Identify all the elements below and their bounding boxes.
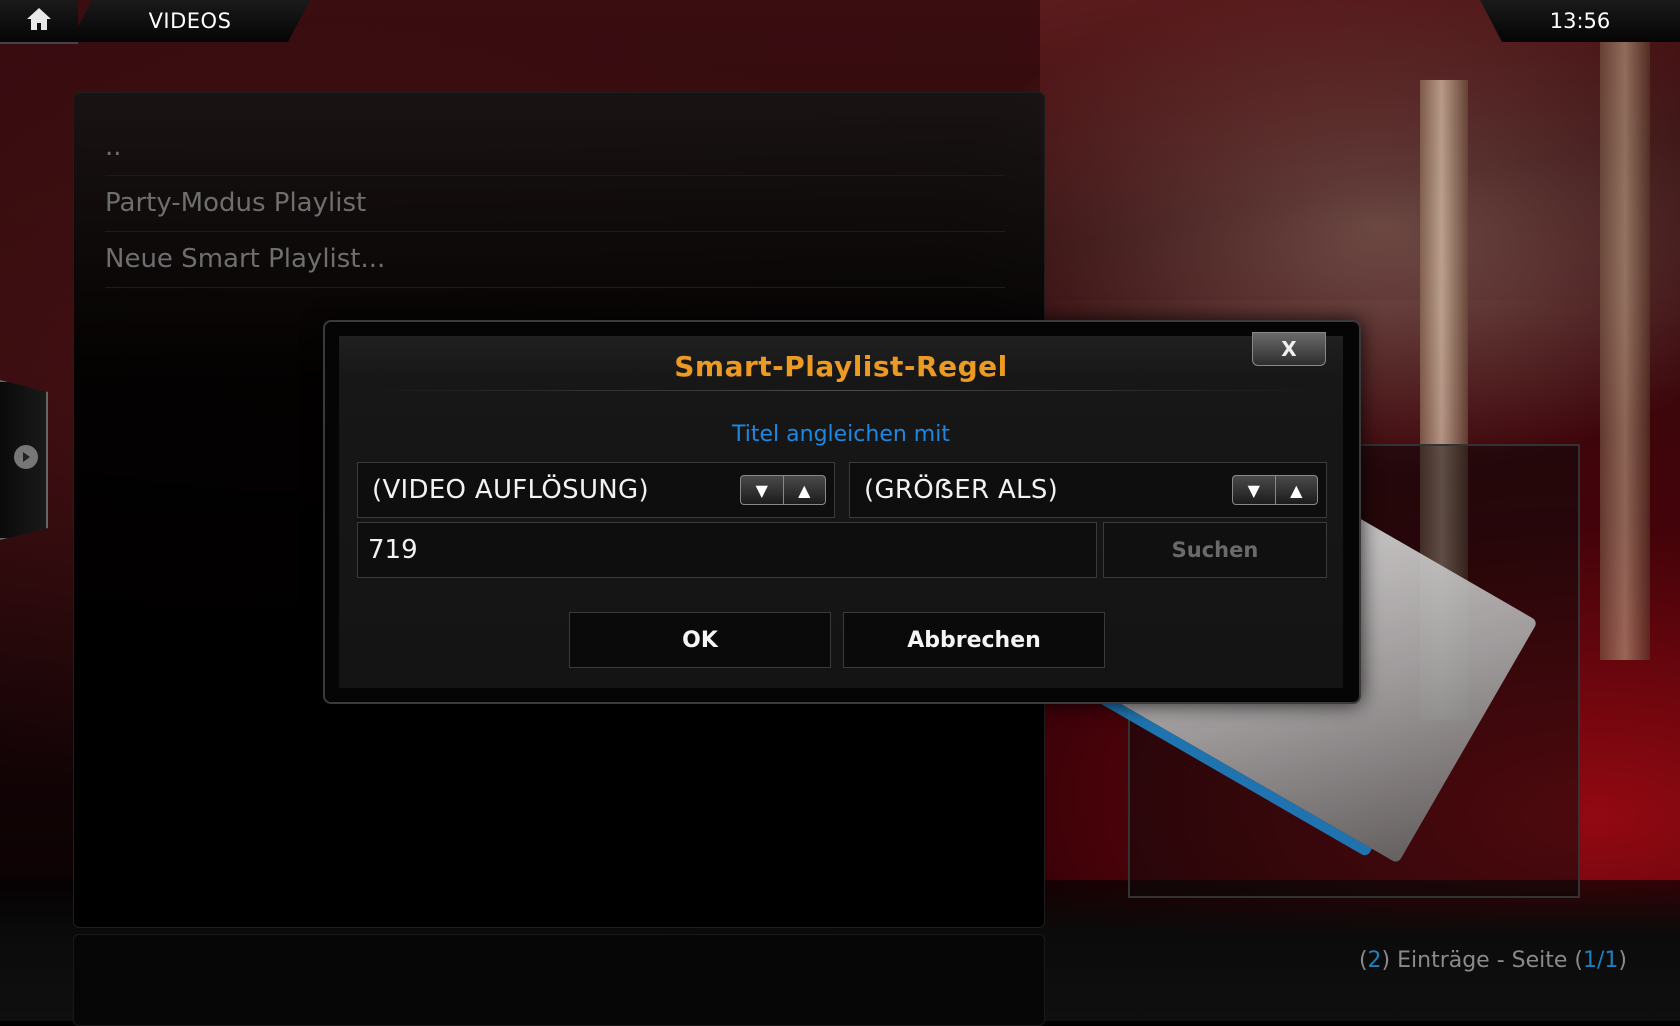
arrow-down-icon[interactable]: ▼ bbox=[1233, 476, 1276, 504]
operator-spinner-buttons: ▼ ▲ bbox=[1232, 475, 1318, 505]
list-panel-footer bbox=[73, 934, 1045, 1026]
list-item[interactable]: Party-Modus Playlist bbox=[105, 175, 1005, 232]
home-icon bbox=[25, 6, 53, 36]
page-number: 1/1 bbox=[1583, 948, 1619, 973]
arrow-up-icon[interactable]: ▲ bbox=[1276, 476, 1318, 504]
field-spinner[interactable]: (VIDEO AUFLÖSUNG) ▼ ▲ bbox=[357, 462, 835, 518]
list-item-label: .. bbox=[105, 132, 122, 162]
chevron-right-icon[interactable] bbox=[14, 445, 38, 469]
section-title-tab: VIDEOS bbox=[70, 0, 310, 42]
list-item[interactable]: .. bbox=[105, 119, 1005, 176]
home-button[interactable] bbox=[0, 0, 78, 44]
arrow-down-icon[interactable]: ▼ bbox=[741, 476, 784, 504]
list-item[interactable]: Neue Smart Playlist... bbox=[105, 231, 1005, 288]
count-prefix: ( bbox=[1358, 948, 1368, 973]
count-mid: ) Einträge - Seite ( bbox=[1381, 948, 1583, 973]
count-suffix: ) bbox=[1618, 948, 1627, 973]
field-value: (VIDEO AUFLÖSUNG) bbox=[372, 475, 649, 505]
divider bbox=[359, 390, 1323, 391]
rule-value-text: 719 bbox=[368, 535, 418, 565]
smart-playlist-rule-dialog: Smart-Playlist-Regel Titel angleichen mi… bbox=[323, 320, 1361, 704]
operator-spinner[interactable]: (GRÖẞER ALS) ▼ ▲ bbox=[849, 462, 1327, 518]
dialog-body: Smart-Playlist-Regel Titel angleichen mi… bbox=[339, 336, 1343, 688]
list-item-label: Neue Smart Playlist... bbox=[105, 244, 386, 274]
close-icon: X bbox=[1281, 337, 1297, 361]
close-button[interactable]: X bbox=[1252, 332, 1326, 366]
rule-value-input[interactable]: 719 bbox=[357, 522, 1097, 578]
search-button[interactable]: Suchen bbox=[1103, 522, 1327, 578]
background-ceiling bbox=[1040, 0, 1680, 300]
dialog-title: Smart-Playlist-Regel bbox=[674, 350, 1008, 383]
clock: 13:56 bbox=[1549, 9, 1611, 33]
arrow-up-icon[interactable]: ▲ bbox=[784, 476, 826, 504]
item-count: (2) Einträge - Seite (1/1) bbox=[1359, 948, 1627, 973]
field-spinner-buttons: ▼ ▲ bbox=[740, 475, 826, 505]
list-item-label: Party-Modus Playlist bbox=[105, 188, 367, 218]
operator-value: (GRÖẞER ALS) bbox=[864, 475, 1059, 505]
clock-tab: 13:56 bbox=[1480, 0, 1680, 42]
cancel-button[interactable]: Abbrechen bbox=[843, 612, 1105, 668]
background-pillar bbox=[1600, 40, 1650, 660]
ok-button[interactable]: OK bbox=[569, 612, 831, 668]
section-title: VIDEOS bbox=[148, 9, 232, 33]
count-number: 2 bbox=[1367, 948, 1382, 973]
rule-description: Titel angleichen mit bbox=[732, 422, 950, 447]
